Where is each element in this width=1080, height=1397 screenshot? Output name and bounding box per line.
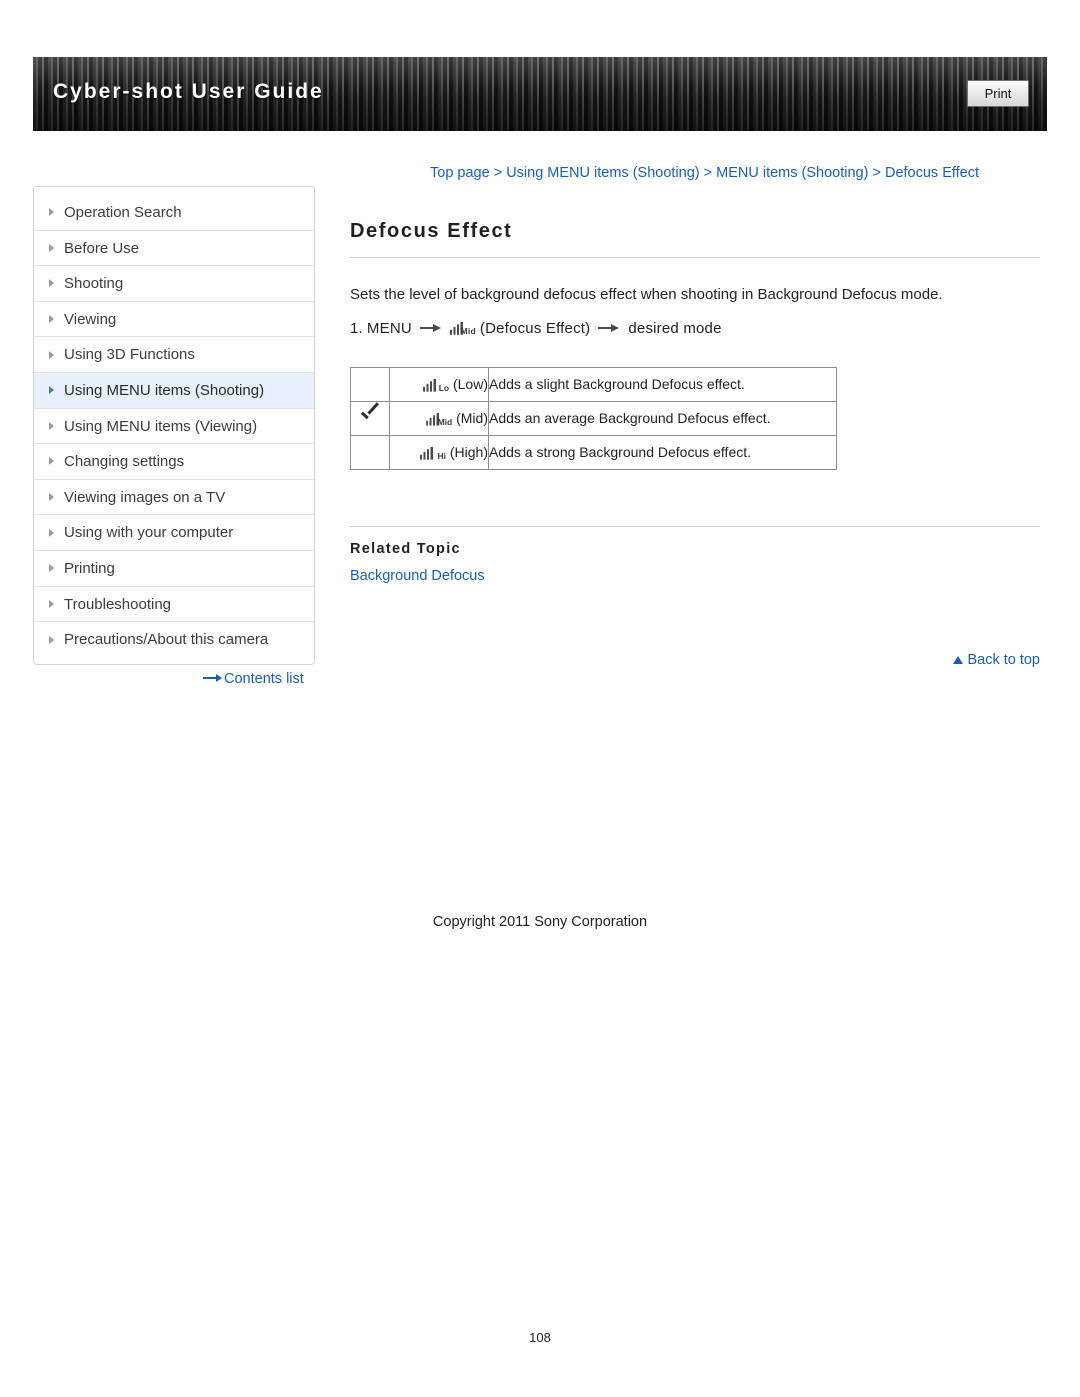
- back-to-top-link[interactable]: Back to top: [953, 652, 1040, 668]
- bullet-arrow-icon: [49, 315, 54, 324]
- sidebar-item-label: Operation Search: [64, 204, 182, 221]
- sidebar-item-using-with-your-computer[interactable]: Using with your computer: [34, 515, 314, 551]
- triangle-up-icon: [953, 656, 964, 665]
- sidebar-item-label: Troubleshooting: [64, 595, 172, 613]
- option-label: (High): [449, 443, 488, 460]
- print-button[interactable]: Print: [967, 80, 1029, 107]
- table-row: Mid (Mid) Adds an average Background Def…: [350, 400, 837, 436]
- breadcrumb-item-top-page[interactable]: Top page: [430, 165, 490, 181]
- main-content: Defocus Effect Sets the level of backgro…: [350, 220, 1040, 930]
- sidebar-item-using-3d-functions[interactable]: Using 3D Functions: [34, 337, 314, 373]
- sidebar-navigation: Operation Search Before Use Shooting Vie…: [33, 186, 315, 665]
- option-label: (Low): [452, 375, 488, 392]
- defocus-effect-icon: Mid: [449, 321, 476, 336]
- icon-level-label: Mid: [437, 416, 453, 427]
- sidebar-item-label: Using MENU items (Viewing): [64, 417, 258, 435]
- step-tail-text: desired mode: [628, 319, 722, 337]
- breadcrumb-separator: >: [703, 165, 713, 181]
- step-number: 1.: [350, 319, 363, 337]
- sidebar-item-precautions-about-this-camera[interactable]: Precautions/About this camera: [34, 622, 314, 658]
- site-title: Cyber-shot User Guide: [53, 80, 324, 103]
- sidebar-item-operation-search[interactable]: Operation Search: [34, 195, 314, 231]
- sidebar-item-shooting[interactable]: Shooting: [34, 266, 314, 302]
- bullet-arrow-icon: [49, 421, 54, 430]
- option-name-cell: Lo (Low): [389, 366, 489, 402]
- site-header-banner: Cyber-shot User Guide Print: [33, 57, 1047, 131]
- intro-paragraph: Sets the level of background defocus eff…: [350, 286, 943, 303]
- icon-level-label: Mid: [460, 325, 476, 336]
- arrow-right-icon: [419, 323, 442, 333]
- defocus-high-icon: Hi: [419, 446, 446, 461]
- breadcrumb-item-menu-items-shooting[interactable]: MENU items (Shooting): [716, 165, 868, 181]
- sidebar-item-label: Using 3D Functions: [64, 346, 195, 364]
- defocus-low-icon: Lo: [423, 378, 449, 393]
- sidebar-item-label: Viewing: [64, 310, 117, 328]
- option-label: (Mid): [456, 409, 488, 426]
- breadcrumb: Top page > Using MENU items (Shooting) >…: [430, 165, 979, 181]
- sidebar-item-label: Using with your computer: [64, 524, 234, 542]
- checkmark-icon: [360, 408, 380, 425]
- icon-level-label: Lo: [438, 382, 450, 393]
- sidebar-item-label: Using MENU items (Shooting): [64, 381, 265, 399]
- procedure-step: 1. MENU Mid (Defocus Effect) desired mod…: [350, 320, 1040, 337]
- bullet-arrow-icon: [49, 386, 54, 395]
- sidebar-item-changing-settings[interactable]: Changing settings: [34, 444, 314, 480]
- bullet-arrow-icon: [49, 635, 54, 644]
- bullet-arrow-icon: [49, 350, 54, 359]
- step-icon-text: (Defocus Effect): [479, 319, 591, 337]
- breadcrumb-item-defocus-effect[interactable]: Defocus Effect: [885, 165, 979, 181]
- sidebar-item-troubleshooting[interactable]: Troubleshooting: [34, 587, 314, 623]
- bullet-arrow-icon: [49, 528, 54, 537]
- sidebar-item-label: Shooting: [64, 275, 124, 293]
- sidebar-item-viewing-images-on-a-tv[interactable]: Viewing images on a TV: [34, 480, 314, 516]
- sidebar-item-before-use[interactable]: Before Use: [34, 231, 314, 267]
- option-description: Adds a slight Background Defocus effect.: [488, 366, 837, 402]
- contents-list-label: Contents list: [224, 671, 304, 687]
- sidebar-item-using-menu-items-shooting[interactable]: Using MENU items (Shooting): [34, 372, 314, 409]
- bullet-arrow-icon: [49, 493, 54, 502]
- sidebar-item-label: Precautions/About this camera: [64, 631, 269, 649]
- sidebar-item-label: Changing settings: [64, 453, 185, 471]
- option-check-cell: [350, 400, 390, 436]
- bullet-arrow-icon: [49, 599, 54, 608]
- related-topic-link-background-defocus[interactable]: Background Defocus: [350, 568, 485, 584]
- defocus-options-table: Lo (Low) Adds a slight Background Defocu…: [350, 366, 837, 470]
- icon-bars: [419, 446, 435, 460]
- copyright-text: Copyright 2011 Sony Corporation: [432, 914, 648, 930]
- arrow-right-icon: [203, 674, 222, 683]
- breadcrumb-item-using-menu-items-shooting[interactable]: Using MENU items (Shooting): [506, 165, 699, 181]
- sidebar-item-label: Viewing images on a TV: [64, 488, 226, 506]
- icon-level-label: Hi: [437, 450, 446, 461]
- option-name-cell: Mid (Mid): [389, 400, 489, 436]
- contents-list-link[interactable]: Contents list: [203, 671, 304, 687]
- bullet-arrow-icon: [49, 564, 54, 573]
- related-topic-heading: Related Topic: [350, 540, 461, 557]
- icon-bars: [423, 378, 439, 392]
- bullet-arrow-icon: [49, 279, 54, 288]
- sidebar-item-label: Before Use: [64, 239, 140, 257]
- defocus-mid-icon: Mid: [426, 412, 452, 427]
- page-title: Defocus Effect: [350, 220, 1040, 258]
- sidebar-item-using-menu-items-viewing[interactable]: Using MENU items (Viewing): [34, 409, 314, 445]
- bullet-arrow-icon: [49, 457, 54, 466]
- option-name-cell: Hi (High): [389, 434, 489, 470]
- step-menu-label: MENU: [366, 319, 412, 337]
- sidebar-item-label: Printing: [64, 559, 115, 577]
- table-row: Hi (High) Adds a strong Background Defoc…: [350, 434, 837, 470]
- table-row: Lo (Low) Adds a slight Background Defocu…: [350, 366, 837, 402]
- page-number: 108: [529, 1330, 551, 1345]
- option-check-cell: [350, 366, 390, 402]
- sidebar-item-printing[interactable]: Printing: [34, 551, 314, 587]
- breadcrumb-separator: >: [493, 165, 503, 181]
- option-description: Adds an average Background Defocus effec…: [488, 400, 837, 436]
- option-check-cell: [350, 434, 390, 470]
- sidebar-item-viewing[interactable]: Viewing: [34, 302, 314, 338]
- back-to-top-label: Back to top: [967, 652, 1040, 668]
- option-description: Adds a strong Background Defocus effect.: [488, 434, 837, 470]
- related-topic-section: Related Topic Background Defocus: [350, 525, 1040, 585]
- breadcrumb-separator: >: [872, 165, 881, 181]
- bullet-arrow-icon: [49, 208, 54, 217]
- arrow-right-icon: [598, 323, 620, 333]
- bullet-arrow-icon: [49, 243, 54, 252]
